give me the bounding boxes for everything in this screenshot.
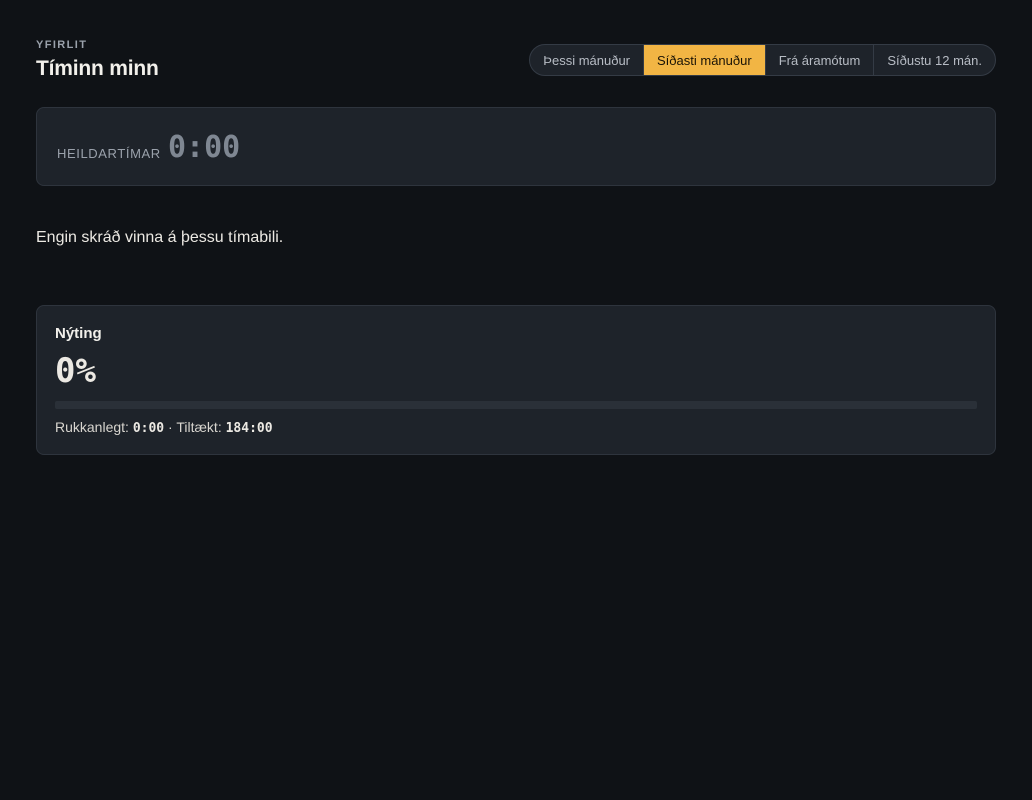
period-selector: Þessi mánuður Síðasti mánuður Frá áramót… (529, 44, 996, 76)
empty-state-message: Engin skráð vinna á þessu tímabili. (36, 229, 284, 246)
available-value: 184:00 (225, 421, 273, 436)
total-hours-value: 0:00 (168, 130, 241, 165)
period-this-month[interactable]: Þessi mánuður (530, 45, 645, 75)
utilization-card: Nýting 0% Rukkanlegt: 0:00 · Tiltækt: 18… (36, 305, 996, 455)
page-header: YFIRLIT Tíminn minn Þessi mánuður Síðast… (36, 0, 996, 108)
period-year-to-date[interactable]: Frá áramótum (766, 45, 875, 75)
utilization-title: Nýting (55, 325, 102, 342)
total-hours-label: Heildartímar (57, 146, 161, 161)
billable-label: Rukkanlegt: (55, 419, 129, 435)
utilization-stats: Rukkanlegt: 0:00 · Tiltækt: 184:00 (55, 419, 273, 436)
utilization-progress-track (55, 401, 977, 409)
billable-value: 0:00 (132, 421, 165, 436)
available-label: Tiltækt: (176, 419, 222, 435)
stats-separator: · (168, 419, 173, 435)
period-last-12-months[interactable]: Síðustu 12 mán. (874, 45, 995, 75)
page-eyebrow: YFIRLIT (36, 39, 88, 51)
total-hours-card: Heildartímar 0:00 (36, 107, 996, 186)
period-last-month[interactable]: Síðasti mánuður (644, 45, 766, 75)
page-title: Tíminn minn (36, 57, 159, 80)
utilization-percent: 0% (55, 351, 96, 391)
